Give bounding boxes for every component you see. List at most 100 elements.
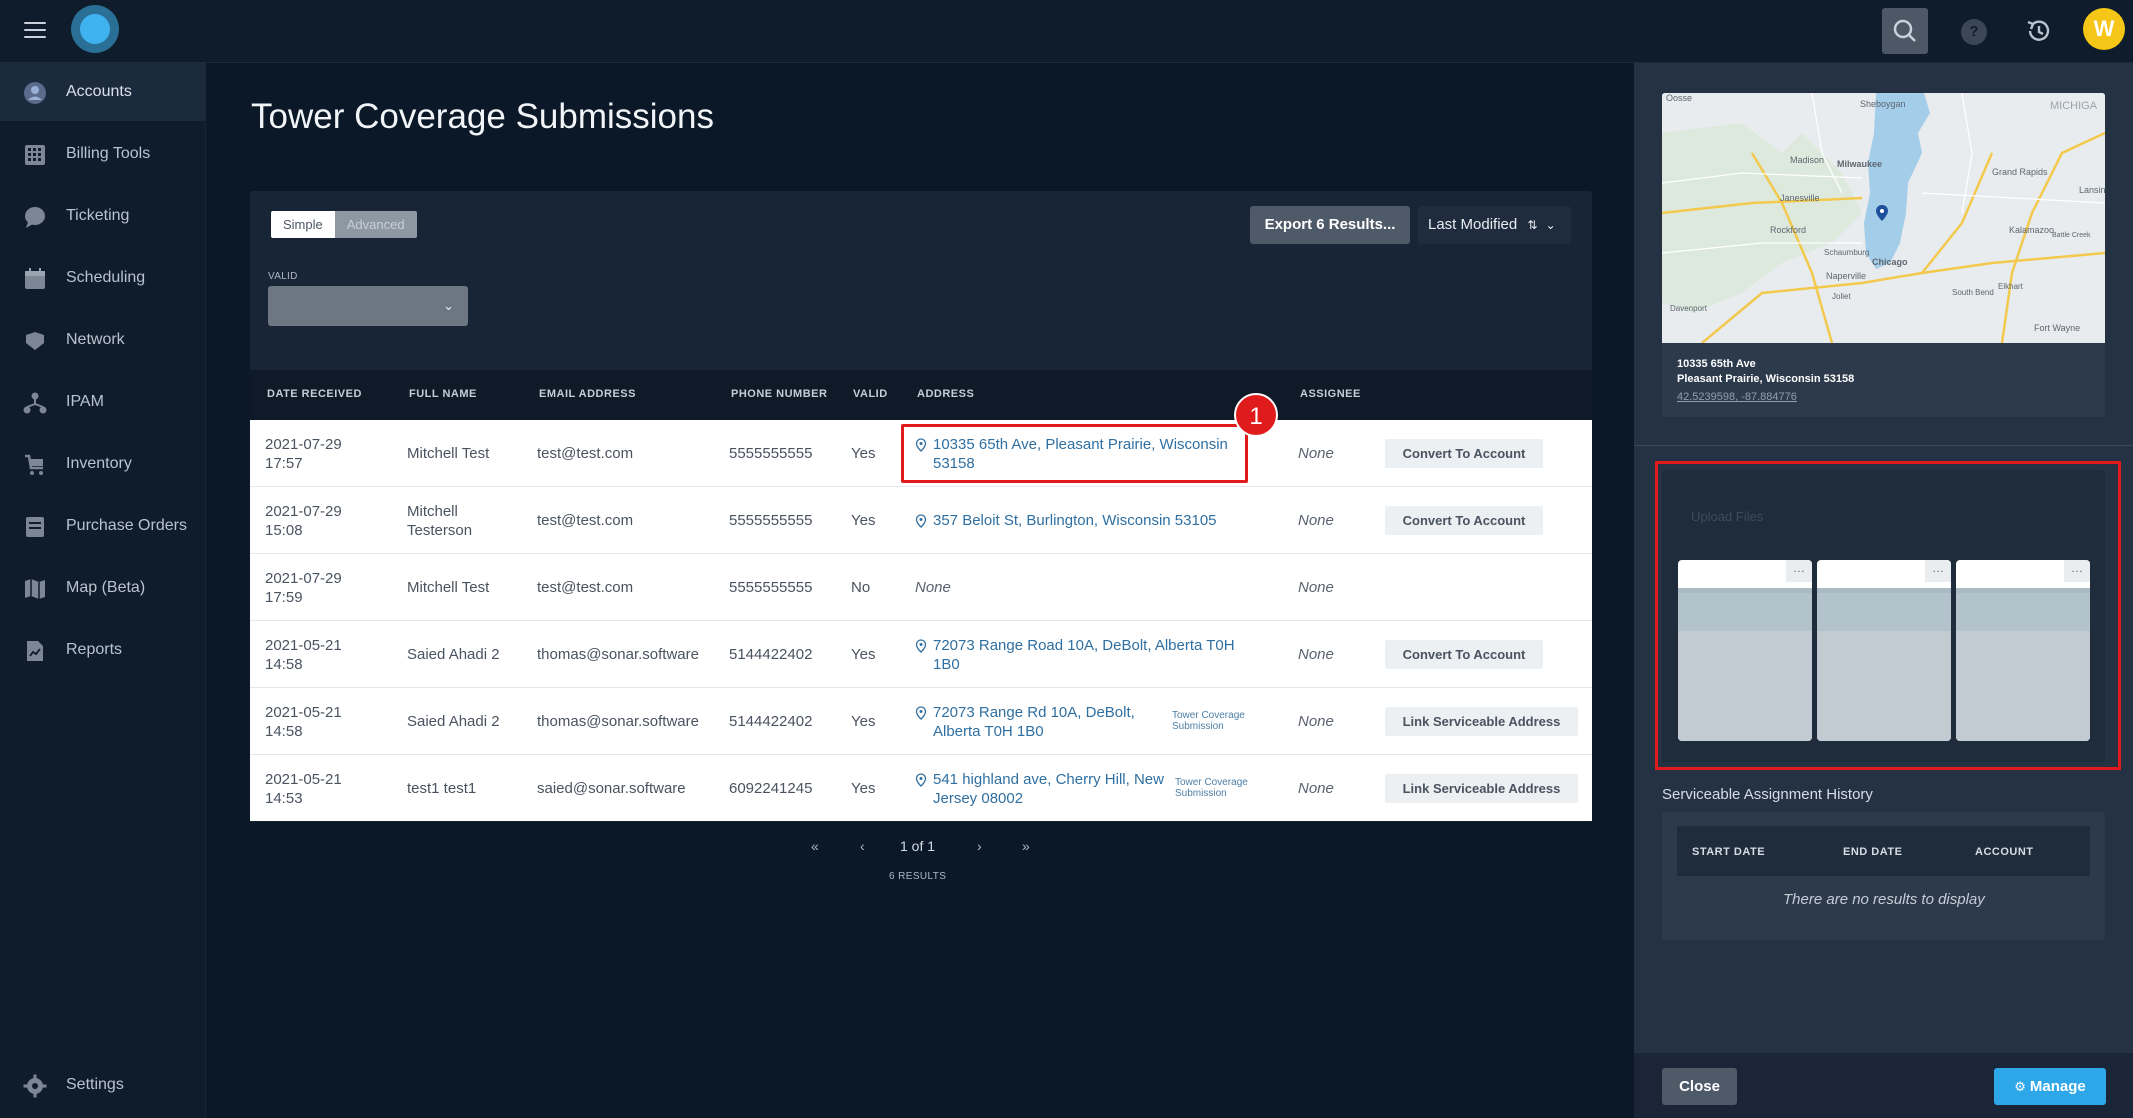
column-header-address[interactable]: ADDRESS	[917, 388, 974, 400]
user-avatar[interactable]: W	[2083, 8, 2125, 50]
map-label: Joliet	[1832, 292, 1851, 301]
cart-icon	[25, 454, 43, 475]
sidebar-item-map[interactable]: Map (Beta)	[0, 559, 206, 617]
map-label: Madison	[1790, 155, 1824, 165]
map-label: Elkhart	[1998, 282, 2024, 291]
map-label: Kalamazoo	[2009, 225, 2054, 235]
valid-cell: Yes	[851, 646, 876, 663]
sidebar-item-network[interactable]: Network	[0, 311, 206, 369]
sidebar-item-settings[interactable]: Settings	[0, 1060, 206, 1118]
email-cell: test@test.com	[537, 445, 634, 462]
valid-filter-select[interactable]: ⌄	[268, 286, 468, 326]
simple-filter-tab[interactable]: Simple	[271, 211, 335, 238]
search-button[interactable]	[1882, 8, 1928, 54]
address-link[interactable]: 541 highland ave, Cherry Hill, New Jerse…	[915, 770, 1170, 808]
chat-bubble-icon	[25, 207, 45, 228]
table-row[interactable]: 2021-05-21 14:53 test1 test1 saied@sonar.…	[250, 755, 1592, 822]
user-circle-icon	[24, 82, 46, 104]
sidebar-item-label: Billing Tools	[66, 145, 151, 162]
last-page-button[interactable]: »	[1022, 838, 1030, 854]
address-link[interactable]: 72073 Range Rd 10A, DeBolt, Alberta T0H …	[915, 703, 1160, 741]
sidebar-item-reports[interactable]: Reports	[0, 621, 206, 679]
address-link[interactable]: 10335 65th Ave, Pleasant Prairie, Wiscon…	[915, 435, 1245, 473]
history-header-account: ACCOUNT	[1975, 846, 2034, 858]
table-row[interactable]: 2021-05-21 14:58 Saied Ahadi 2 thomas@son…	[250, 621, 1592, 688]
gear-icon	[23, 1074, 47, 1098]
app-logo[interactable]	[71, 5, 119, 53]
upload-files-title[interactable]: Upload Files	[1691, 509, 1763, 524]
date-cell: 2021-07-29 15:08	[265, 503, 342, 539]
next-page-button[interactable]: ›	[977, 838, 982, 854]
history-title: Serviceable Assignment History	[1662, 786, 1873, 803]
close-button[interactable]: Close	[1662, 1068, 1737, 1105]
assignee-cell: None	[1298, 512, 1334, 529]
more-options-icon[interactable]: …	[1786, 560, 1812, 582]
date-cell: 2021-07-29 17:57	[265, 436, 342, 472]
assignee-cell: None	[1298, 646, 1334, 663]
column-header-phone[interactable]: PHONE NUMBER	[731, 388, 827, 400]
calendar-icon	[25, 268, 45, 289]
prev-page-button[interactable]: ‹	[860, 838, 865, 854]
address-link[interactable]: 72073 Range Road 10A, DeBolt, Alberta T0…	[915, 636, 1260, 674]
table-row[interactable]: 2021-07-29 17:57 Mitchell Test test@test.…	[250, 420, 1592, 487]
submission-tag: Tower Coverage Submission	[1175, 777, 1248, 799]
convert-to-account-button[interactable]: Convert To Account	[1385, 640, 1543, 669]
sidebar-item-purchase-orders[interactable]: Purchase Orders	[0, 497, 206, 555]
table-row[interactable]: 2021-07-29 15:08 Mitchell Testerson test@…	[250, 487, 1592, 554]
email-cell: thomas@sonar.software	[537, 713, 699, 730]
history-icon[interactable]	[2024, 16, 2054, 46]
assignee-cell: None	[1298, 445, 1334, 462]
column-header-valid[interactable]: VALID	[853, 388, 888, 400]
email-cell: thomas@sonar.software	[537, 646, 699, 663]
more-options-icon[interactable]: …	[2064, 560, 2090, 582]
history-header-start-date: START DATE	[1692, 846, 1766, 858]
export-results-button[interactable]: Export 6 Results...	[1250, 206, 1410, 244]
column-header-assignee[interactable]: ASSIGNEE	[1300, 388, 1361, 400]
hierarchy-icon	[23, 392, 47, 414]
valid-cell: Yes	[851, 713, 876, 730]
file-thumbnail[interactable]: …	[1678, 560, 1812, 741]
column-header-name[interactable]: FULL NAME	[409, 388, 477, 400]
sidebar-item-scheduling[interactable]: Scheduling	[0, 249, 206, 307]
file-thumbnail[interactable]: …	[1817, 560, 1951, 741]
sidebar-item-label: Accounts	[66, 83, 132, 100]
sidebar-item-accounts[interactable]: Accounts	[0, 63, 206, 121]
sidebar-item-inventory[interactable]: Inventory	[0, 435, 206, 493]
location-map[interactable]: Oosse Sheboygan MICHIGA Madison Milwauke…	[1662, 93, 2105, 343]
more-options-icon[interactable]: …	[1925, 560, 1951, 582]
map-label: Grand Rapids	[1992, 167, 2048, 177]
network-icon	[26, 332, 44, 350]
address-link[interactable]: 357 Beloit St, Burlington, Wisconsin 531…	[915, 511, 1255, 530]
first-page-button[interactable]: «	[811, 838, 819, 854]
chevron-down-icon: ⌄	[443, 298, 454, 313]
advanced-filter-tab[interactable]: Advanced	[334, 211, 417, 238]
link-serviceable-address-button[interactable]: Link Serviceable Address	[1385, 774, 1578, 803]
menu-icon[interactable]	[24, 22, 46, 38]
sidebar-item-ipam[interactable]: IPAM	[0, 373, 206, 431]
calculator-icon	[25, 145, 45, 165]
manage-button[interactable]: ⚙ Manage	[1994, 1068, 2106, 1105]
map-label: MICHIGA	[2050, 100, 2098, 112]
report-icon	[27, 641, 43, 661]
address-cell: None	[915, 579, 951, 596]
convert-to-account-button[interactable]: Convert To Account	[1385, 506, 1543, 535]
sidebar-item-label: Reports	[66, 641, 123, 658]
link-serviceable-address-button[interactable]: Link Serviceable Address	[1385, 707, 1578, 736]
map-label: Battle Creek	[2052, 232, 2091, 239]
sort-dropdown[interactable]: Last Modified ⇅ ⌄	[1418, 206, 1571, 244]
table-row[interactable]: 2021-07-29 17:59 Mitchell Test test@test.…	[250, 554, 1592, 621]
valid-cell: Yes	[851, 445, 876, 462]
file-thumbnail[interactable]: …	[1956, 560, 2090, 741]
table-row[interactable]: 2021-05-21 14:58 Saied Ahadi 2 thomas@son…	[250, 688, 1592, 755]
sidebar-item-ticketing[interactable]: Ticketing	[0, 187, 206, 245]
phone-cell: 5555555555	[729, 579, 813, 596]
convert-to-account-button[interactable]: Convert To Account	[1385, 439, 1543, 468]
map-coordinates-link[interactable]: 42.5239598, -87.884776	[1677, 391, 1797, 403]
date-cell: 2021-07-29 17:59	[265, 570, 342, 606]
column-header-date[interactable]: DATE RECEIVED	[267, 388, 362, 400]
page-indicator: 1 of 1	[900, 838, 936, 854]
help-icon[interactable]: ?	[1961, 19, 1987, 45]
map-label: Fort Wayne	[2034, 323, 2080, 333]
sidebar-item-billing-tools[interactable]: Billing Tools	[0, 125, 206, 183]
column-header-email[interactable]: EMAIL ADDRESS	[539, 388, 636, 400]
